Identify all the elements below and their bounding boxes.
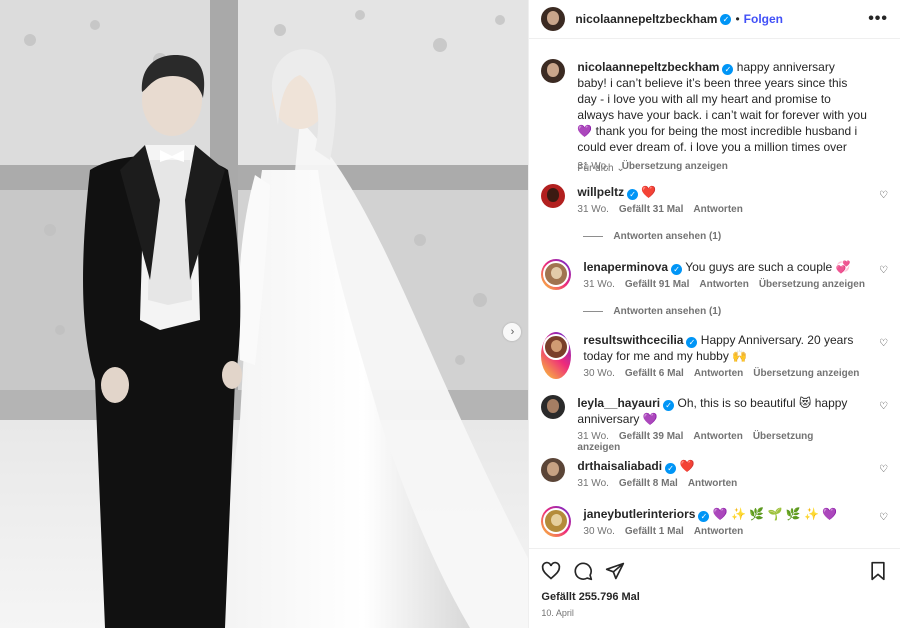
post-photo[interactable]: › xyxy=(0,0,529,628)
verified-badge-icon: ✓ xyxy=(627,189,639,200)
reply-button[interactable]: Antworten xyxy=(693,431,742,442)
comment-time: 30 Wo. xyxy=(583,368,615,379)
comments-list[interactable]: nicolaannepeltzbeckham ✓ happy anniversar… xyxy=(529,39,900,547)
caption: nicolaannepeltzbeckham ✓ happy anniversar… xyxy=(541,59,888,172)
comment-time: 31 Wo. xyxy=(583,279,615,290)
comment-text: You guys are such a couple 💞 xyxy=(685,260,851,274)
post-actions: Gefällt 255.796 Mal 10. April xyxy=(529,548,900,618)
avatar[interactable] xyxy=(541,7,566,31)
like-comment-heart-icon[interactable]: ♡ xyxy=(879,464,888,475)
avatar[interactable] xyxy=(543,508,570,534)
reply-button[interactable]: Antworten xyxy=(693,204,742,215)
post-header: nicolaannepeltzbeckham ✓ • Folgen ••• xyxy=(529,0,900,39)
translate-link[interactable]: Übersetzung anzeigen xyxy=(759,279,865,290)
caption-username[interactable]: nicolaannepeltzbeckham xyxy=(577,60,719,74)
verified-badge-icon: ✓ xyxy=(722,64,734,75)
comment-time: 31 Wo. xyxy=(577,478,609,489)
comment-username[interactable]: lenaperminova xyxy=(583,260,668,274)
chevron-right-icon: › xyxy=(510,325,515,338)
translate-link[interactable]: Übersetzung anzeigen xyxy=(753,368,859,379)
avatar[interactable] xyxy=(541,184,566,208)
comment-text: ❤️ xyxy=(679,459,695,473)
post-side-panel: nicolaannepeltzbeckham ✓ • Folgen ••• ni… xyxy=(528,0,900,628)
comment-likes[interactable]: Gefällt 31 Mal xyxy=(619,204,683,215)
follow-button[interactable]: Folgen xyxy=(744,12,783,26)
comment-item: willpeltz ✓ ❤️ 31 Wo. Gefällt 31 Mal Antwor… xyxy=(541,184,888,215)
comment-username[interactable]: willpeltz xyxy=(577,185,624,199)
bookmark-save-icon[interactable] xyxy=(868,561,888,581)
post-date: 10. April xyxy=(541,608,574,618)
comment-bubble-icon[interactable] xyxy=(573,561,593,581)
comment-item: lenaperminova ✓ You guys are such a coupl… xyxy=(541,259,888,290)
comment-likes[interactable]: Gefällt 91 Mal xyxy=(625,279,689,290)
view-replies-button[interactable]: Antworten ansehen (1) xyxy=(583,306,721,317)
view-replies-button[interactable]: Antworten ansehen (1) xyxy=(583,231,721,242)
like-comment-heart-icon[interactable]: ♡ xyxy=(879,512,888,523)
like-comment-heart-icon[interactable]: ♡ xyxy=(879,338,888,349)
comment-likes[interactable]: Gefällt 39 Mal xyxy=(619,431,683,442)
comment-filter-dropdown[interactable]: Für dich ⌄ xyxy=(577,163,624,174)
comment-item: resultswithcecilia ✓ Happy Anniversary. 2… xyxy=(541,332,888,379)
view-replies-label: Antworten ansehen (1) xyxy=(613,231,722,242)
comment-time: 31 Wo. xyxy=(577,204,609,215)
reply-button[interactable]: Antworten xyxy=(688,478,737,489)
reply-button[interactable]: Antworten xyxy=(699,279,748,290)
avatar[interactable] xyxy=(543,334,570,360)
verified-badge-icon: ✓ xyxy=(686,337,698,348)
header-username[interactable]: nicolaannepeltzbeckham xyxy=(575,12,717,26)
comment-username[interactable]: resultswithcecilia xyxy=(583,333,683,347)
next-image-button[interactable]: › xyxy=(503,323,521,341)
verified-badge-icon: ✓ xyxy=(663,400,675,411)
comment-item: drthaisaliabadi ✓ ❤️ 31 Wo. Gefällt 8 Mal A… xyxy=(541,458,888,489)
filter-label: Für dich xyxy=(577,163,614,174)
comment-likes[interactable]: Gefällt 8 Mal xyxy=(619,478,678,489)
like-heart-icon[interactable] xyxy=(541,561,561,581)
like-comment-heart-icon[interactable]: ♡ xyxy=(879,401,888,412)
avatar[interactable] xyxy=(543,261,570,287)
avatar[interactable] xyxy=(541,395,566,419)
comment-likes[interactable]: Gefällt 6 Mal xyxy=(625,368,684,379)
like-comment-heart-icon[interactable]: ♡ xyxy=(879,265,888,276)
reply-button[interactable]: Antworten xyxy=(694,368,743,379)
chevron-down-icon: ⌄ xyxy=(616,163,625,174)
comment-text: ❤️ xyxy=(641,185,657,199)
more-options-icon[interactable]: ••• xyxy=(868,10,888,28)
comment-username[interactable]: leyla__hayauri xyxy=(577,396,660,410)
comment-item: janeybutlerinteriors ✓ 💜 ✨ 🌿 🌱 🌿 ✨ 💜 30 W… xyxy=(541,506,888,537)
verified-badge-icon: ✓ xyxy=(720,13,732,25)
verified-badge-icon: ✓ xyxy=(665,463,677,474)
post-likes-count[interactable]: Gefällt 255.796 Mal xyxy=(541,591,888,603)
avatar[interactable] xyxy=(541,59,566,83)
share-send-icon[interactable] xyxy=(605,561,625,581)
reply-button[interactable]: Antworten xyxy=(694,526,743,537)
like-comment-heart-icon[interactable]: ♡ xyxy=(879,190,888,201)
comment-time: 31 Wo. xyxy=(577,431,609,442)
comment-text: 💜 ✨ 🌿 🌱 🌿 ✨ 💜 xyxy=(712,507,838,521)
comment-username[interactable]: drthaisaliabadi xyxy=(577,459,662,473)
avatar[interactable] xyxy=(541,458,566,482)
comment-item: leyla__hayauri ✓ Oh, this is so beautiful… xyxy=(541,395,888,453)
wedding-photo-image xyxy=(0,0,529,628)
comment-time: 30 Wo. xyxy=(583,526,615,537)
translate-link[interactable]: Übersetzung anzeigen xyxy=(622,161,728,172)
verified-badge-icon: ✓ xyxy=(698,511,710,522)
caption-text: happy anniversary baby! i can’t believe … xyxy=(577,60,867,154)
verified-badge-icon: ✓ xyxy=(671,264,683,275)
view-replies-label: Antworten ansehen (1) xyxy=(613,306,722,317)
comment-username[interactable]: janeybutlerinteriors xyxy=(583,507,695,521)
comment-likes[interactable]: Gefällt 1 Mal xyxy=(625,526,684,537)
separator-dot: • xyxy=(735,12,740,26)
